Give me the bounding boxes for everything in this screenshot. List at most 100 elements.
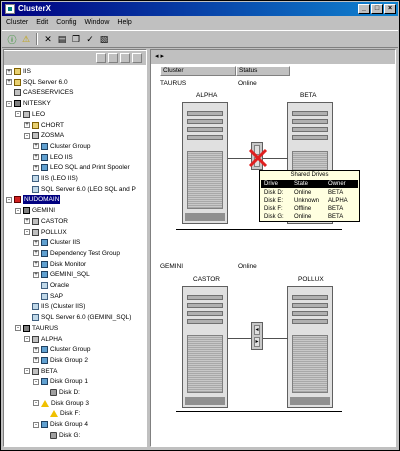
delete-icon[interactable]: ✕ bbox=[42, 33, 54, 45]
tree-item-label: GEMINI bbox=[32, 207, 56, 215]
expand-icon[interactable]: + bbox=[33, 164, 39, 171]
tree-item[interactable]: IIS (LEO IIS) bbox=[24, 174, 78, 183]
tree-item[interactable]: + CHORT bbox=[24, 121, 64, 130]
collapse-icon[interactable]: - bbox=[33, 421, 39, 428]
view-small-icon[interactable] bbox=[108, 53, 118, 63]
column-header-status[interactable]: Status bbox=[236, 66, 290, 76]
menu-edit[interactable]: Edit bbox=[36, 17, 48, 29]
warning-icon[interactable]: ⚠ bbox=[20, 33, 32, 45]
app-icon[interactable] bbox=[5, 4, 15, 14]
expand-icon[interactable]: + bbox=[24, 122, 30, 128]
check-icon[interactable]: ✓ bbox=[84, 33, 96, 45]
tree-item[interactable]: + Cluster Group bbox=[33, 142, 90, 151]
tree-item-label: Cluster Group bbox=[50, 142, 91, 150]
menu-cluster[interactable]: Cluster bbox=[6, 17, 28, 29]
view-list-icon[interactable] bbox=[120, 53, 130, 63]
tree-item[interactable]: - NUDOMAIN bbox=[6, 195, 61, 205]
expand-icon[interactable]: + bbox=[33, 239, 39, 246]
diagram-nav[interactable]: ◂ ▸ bbox=[151, 50, 395, 64]
collapse-icon[interactable]: - bbox=[24, 336, 30, 342]
tree-item[interactable]: - Disk Group 3 bbox=[33, 399, 89, 408]
menu-help[interactable]: Help bbox=[117, 17, 131, 29]
document-icon[interactable]: ▧ bbox=[98, 33, 110, 45]
expand-icon[interactable]: + bbox=[33, 271, 39, 278]
tree-item[interactable]: - LEO bbox=[15, 110, 45, 119]
collapse-icon[interactable]: - bbox=[15, 325, 21, 332]
expand-icon[interactable]: + bbox=[6, 68, 12, 75]
tree-item[interactable]: SQL Server 6.0 (GEMINI_SQL) bbox=[24, 313, 131, 322]
shared-disk-box[interactable]: ◂ ▸ bbox=[251, 322, 263, 350]
expand-icon[interactable]: + bbox=[33, 154, 39, 161]
tree-item[interactable]: Disk F: bbox=[42, 409, 80, 418]
tree-item[interactable]: + Cluster IIS bbox=[33, 238, 80, 247]
collapse-icon[interactable]: - bbox=[24, 132, 30, 139]
tree-item[interactable]: + Disk Monitor bbox=[33, 260, 86, 269]
tree-item[interactable]: - TAURUS bbox=[15, 324, 58, 333]
close-button[interactable]: × bbox=[384, 4, 396, 14]
collapse-icon[interactable]: - bbox=[15, 207, 21, 214]
tree-item[interactable]: SQL Server 6.0 (LEO SQL and P bbox=[24, 185, 136, 194]
drive-bay bbox=[292, 303, 328, 308]
tree-item[interactable]: + Cluster Group bbox=[33, 345, 90, 354]
tree-item[interactable]: - POLLUX bbox=[24, 228, 67, 237]
cluster-name[interactable]: GEMINI bbox=[160, 263, 183, 271]
tree-item[interactable]: + LEO IIS bbox=[33, 153, 73, 162]
tree-item[interactable]: Disk D: bbox=[42, 388, 80, 397]
tree-item[interactable]: Oracle bbox=[33, 281, 69, 290]
collapse-icon[interactable]: - bbox=[6, 196, 12, 203]
copy-icon[interactable]: ❐ bbox=[70, 33, 82, 45]
tree-item[interactable]: - ALPHA bbox=[24, 335, 62, 344]
menu-config[interactable]: Config bbox=[56, 17, 76, 29]
tree-item[interactable]: IIS (Cluster IIS) bbox=[24, 302, 85, 311]
collapse-icon[interactable]: - bbox=[24, 229, 30, 235]
folder-icon bbox=[14, 78, 21, 86]
tree-item[interactable]: - NITESKY bbox=[6, 99, 51, 108]
cluster-name[interactable]: TAURUS bbox=[160, 80, 186, 88]
tree-item[interactable]: - Disk Group 4 bbox=[33, 420, 88, 429]
title-bar[interactable]: ClusterX _ □ × bbox=[2, 2, 398, 16]
tree-item[interactable]: Disk G: bbox=[42, 431, 80, 440]
collapse-icon[interactable]: - bbox=[33, 378, 39, 385]
tree-item[interactable]: - ZOSMA bbox=[24, 131, 64, 140]
tree-item[interactable]: + IIS bbox=[6, 67, 31, 76]
column-header-cluster[interactable]: Cluster bbox=[160, 66, 236, 76]
expand-icon[interactable]: + bbox=[33, 143, 39, 150]
collapse-icon[interactable]: - bbox=[15, 111, 21, 118]
server-tower-pollux[interactable] bbox=[287, 286, 333, 408]
group-icon bbox=[41, 421, 48, 429]
tree-item[interactable]: + LEO SQL and Print Spooler bbox=[33, 163, 130, 172]
tree-item[interactable]: - Disk Group 1 bbox=[33, 377, 88, 386]
tree-item[interactable]: CASESERVICES bbox=[6, 88, 73, 97]
tree-item[interactable]: - BETA bbox=[24, 367, 58, 376]
tree-item[interactable]: + Dependency Test Group bbox=[33, 249, 120, 258]
expand-icon[interactable]: + bbox=[33, 250, 39, 257]
expand-icon[interactable]: + bbox=[33, 357, 39, 364]
tree-item[interactable]: SAP bbox=[33, 292, 63, 301]
tree-item-label: ZOSMA bbox=[41, 132, 65, 140]
server-tower-alpha[interactable] bbox=[182, 102, 228, 224]
expand-icon[interactable]: + bbox=[33, 346, 39, 353]
expand-icon[interactable]: + bbox=[33, 261, 39, 268]
view-large-icon[interactable] bbox=[96, 53, 106, 63]
tree-item[interactable]: + CASTOR bbox=[24, 217, 68, 226]
tree-item[interactable]: + Disk Group 2 bbox=[33, 356, 88, 365]
minimize-button[interactable]: _ bbox=[358, 4, 370, 14]
tree-item[interactable]: + GEMINI_SQL bbox=[33, 270, 90, 279]
collapse-icon[interactable]: - bbox=[6, 100, 12, 107]
tree-item[interactable]: - GEMINI bbox=[15, 206, 55, 215]
expand-icon[interactable]: + bbox=[6, 79, 12, 86]
tree-item-label: CHORT bbox=[41, 121, 64, 129]
group-icon bbox=[41, 239, 48, 247]
info-icon[interactable]: ⓘ bbox=[6, 33, 18, 45]
tree-item-label: CASESERVICES bbox=[23, 89, 74, 97]
collapse-icon[interactable]: - bbox=[24, 368, 30, 375]
expand-icon[interactable]: + bbox=[24, 218, 30, 225]
maximize-button[interactable]: □ bbox=[371, 4, 383, 14]
tree-item[interactable]: + SQL Server 6.0 bbox=[6, 78, 68, 87]
server-tower-castor[interactable] bbox=[182, 286, 228, 408]
collapse-icon[interactable]: - bbox=[33, 400, 39, 407]
properties-icon[interactable]: ▤ bbox=[56, 33, 68, 45]
menu-window[interactable]: Window bbox=[84, 17, 109, 29]
tree-item-label: Disk Group 2 bbox=[50, 356, 88, 364]
view-details-icon[interactable] bbox=[132, 53, 142, 63]
